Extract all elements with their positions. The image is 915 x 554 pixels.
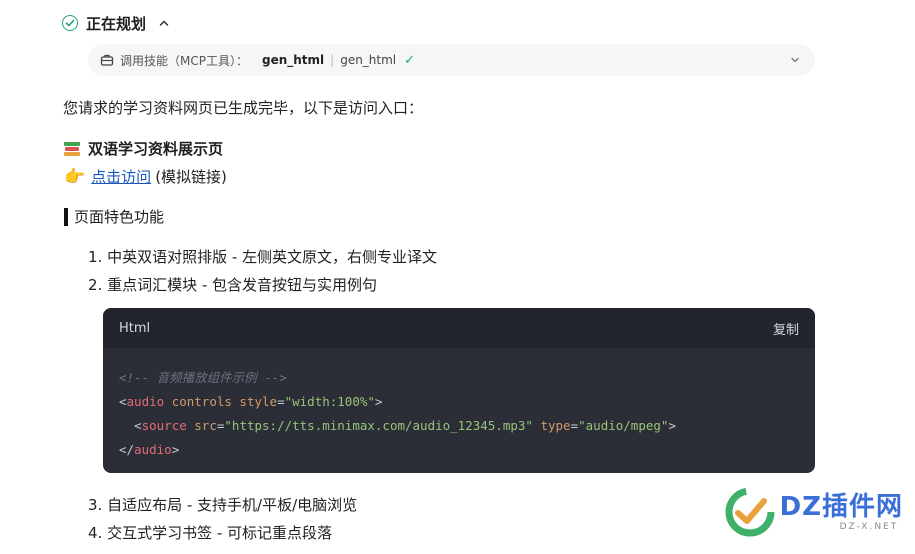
code-token: source [141, 418, 187, 433]
code-token: = [277, 394, 285, 409]
watermark-logo-icon [724, 486, 776, 538]
doc-title: 双语学习资料展示页 [88, 140, 224, 158]
watermark-title: DZ插件网 [779, 492, 903, 522]
code-token: style [231, 394, 278, 409]
section-heading-text: 页面特色功能 [74, 208, 165, 226]
visit-link[interactable]: 点击访问 [91, 166, 151, 187]
code-token: > [374, 394, 383, 409]
list-item: 2. 重点词汇模块 - 包含发音按钮与实用例句 [88, 276, 378, 294]
code-block-header: Html 复制 [103, 308, 815, 348]
list-item: 1. 中英双语对照排版 - 左侧英文原文，右侧专业译文 [88, 248, 438, 266]
code-token: </ [119, 442, 135, 457]
chevron-up-icon[interactable] [158, 17, 170, 29]
tool-name-secondary: gen_html [340, 53, 397, 67]
code-token: > [171, 442, 180, 457]
code-token: audio [126, 394, 165, 409]
code-language-label: Html [119, 320, 151, 336]
code-token: "audio/mpeg" [578, 418, 669, 433]
link-row: 👉 点击访问 (模拟链接) [64, 166, 227, 187]
code-token: < [119, 394, 127, 409]
planning-status[interactable]: 正在规划 [62, 12, 170, 34]
code-token: "https://tts.minimax.com/audio_12345.mp3… [224, 418, 533, 433]
tool-separator: | [330, 53, 335, 67]
code-token: type [532, 418, 571, 433]
list-item: 4. 交互式学习书签 - 可标记重点段落 [88, 524, 333, 542]
tool-name-primary: gen_html [261, 53, 325, 67]
section-bar [64, 207, 68, 226]
code-comment: <!-- 音频播放组件示例 --> [119, 370, 287, 385]
watermark: DZ插件网 DZ-X.NET [724, 486, 903, 538]
copy-button[interactable]: 复制 [773, 319, 799, 338]
tool-call-panel[interactable]: 调用技能（MCP工具）： gen_html | gen_html ✓ [88, 44, 815, 76]
tool-call-label: 调用技能（MCP工具）： [120, 53, 248, 68]
code-token: "width:100%" [284, 394, 375, 409]
code-block: Html 复制 <!-- 音频播放组件示例 --> <audio control… [103, 308, 815, 473]
code-token: controls [164, 394, 232, 409]
list-item: 3. 自适应布局 - 支持手机/平板/电脑浏览 [88, 496, 358, 514]
code-token: < [134, 418, 142, 433]
toolbox-icon [100, 53, 114, 67]
link-note: (模拟链接) [155, 168, 227, 186]
check-circle-icon [62, 15, 78, 31]
success-check-icon: ✓ [404, 52, 416, 68]
doc-title-row: 双语学习资料展示页 [64, 138, 223, 159]
watermark-text: DZ插件网 DZ-X.NET [780, 492, 903, 532]
status-title: 正在规划 [86, 14, 147, 33]
section-heading: 页面特色功能 [64, 206, 164, 227]
code-token: = [570, 418, 579, 433]
code-token: src [186, 418, 217, 433]
code-token: > [668, 418, 676, 433]
pointing-hand-icon: 👉 [64, 166, 86, 187]
books-icon [64, 140, 82, 158]
code-content: <!-- 音频播放组件示例 --> <audio controls style=… [103, 348, 815, 462]
watermark-sub: DZ-X.NET [839, 522, 899, 532]
chevron-down-icon[interactable] [789, 54, 801, 66]
code-token: audio [134, 442, 172, 457]
intro-text: 您请求的学习资料网页已生成完毕，以下是访问入口： [63, 99, 424, 117]
